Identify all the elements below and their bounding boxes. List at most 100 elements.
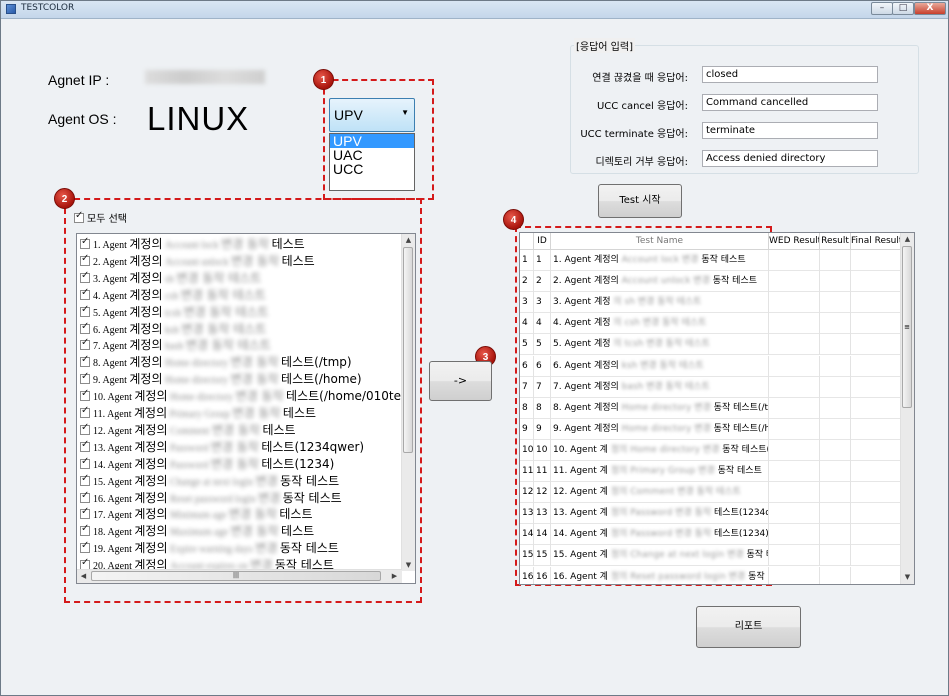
test-item[interactable]: 16. Agent 계정의 Reset password login 변경 동작…: [80, 489, 342, 506]
test-name-redacted: Home directory 변경: [621, 423, 711, 434]
grid-header-result[interactable]: Result: [820, 233, 851, 250]
table-row[interactable]: 3 3 3. Agent 계정 의 sh 변경 동작 테스트: [520, 292, 903, 314]
scroll-up-icon[interactable]: ▲: [901, 233, 914, 245]
test-list-vertical-scrollbar[interactable]: ▲ ▼: [401, 234, 415, 571]
checkbox-checked-icon[interactable]: [80, 388, 90, 402]
test-item-suffix: 테스트: [271, 237, 305, 251]
checkbox-checked-icon[interactable]: [80, 490, 90, 503]
test-list-horizontal-scrollbar[interactable]: ◀ ||| ▶: [77, 569, 402, 583]
checkbox-checked-icon[interactable]: [80, 439, 90, 452]
test-item[interactable]: 3. Agent 계정의 sh 변경 동작 테스트: [80, 269, 261, 286]
test-item[interactable]: 13. Agent 계정의 Password 변경 동작 테스트(1234qwe…: [80, 438, 364, 455]
grid-header-id[interactable]: ID: [534, 233, 551, 250]
test-item[interactable]: 4. Agent 계정의 csh 변경 동작 테스트: [80, 286, 266, 303]
table-row[interactable]: 2 2 2. Agent 계정의 Account unlock 변경 동작 테스트: [520, 271, 903, 293]
test-start-button[interactable]: Test 시작: [598, 184, 682, 218]
checkbox-checked-icon[interactable]: [80, 321, 90, 334]
scroll-down-icon[interactable]: ▼: [901, 571, 914, 583]
os-option-uac[interactable]: UAC: [330, 148, 414, 162]
results-grid[interactable]: ID Test Name WED Result Result Final Res…: [519, 232, 915, 585]
test-name-b: 동작 테스트(/...: [722, 444, 769, 455]
checkbox-checked-icon[interactable]: [80, 523, 90, 537]
test-item[interactable]: 17. Agent 계정의 Minimum age 변경 동작 테스트: [80, 505, 313, 522]
test-item[interactable]: 1. Agent 계정의 Account lock 변경 동작 테스트: [80, 235, 305, 252]
table-row[interactable]: 9 9 9. Agent 계정의 Home directory 변경 동작 테스트(…: [520, 418, 903, 440]
horizontal-scroll-thumb[interactable]: |||: [91, 571, 381, 581]
test-name-redacted: 정의 Home directory 변경: [610, 444, 720, 455]
table-row[interactable]: 6 6 6. Agent 계정의 ksh 변경 동작 테스트: [520, 355, 903, 377]
scroll-thumb[interactable]: [403, 247, 413, 453]
scroll-right-icon[interactable]: ▶: [388, 570, 401, 582]
test-item[interactable]: 6. Agent 계정의 ksh 변경 동작 테스트: [80, 320, 266, 337]
table-row[interactable]: 1 1 1. Agent 계정의 Account lock 변경 동작 테스트: [520, 250, 903, 271]
table-row[interactable]: 13 13 13. Agent 계 정의 Password 변경 동작 테스트(12…: [520, 503, 903, 525]
table-row[interactable]: 7 7 7. Agent 계정의 bash 변경 동작 테스트: [520, 376, 903, 398]
test-item[interactable]: 11. Agent 계정의 Primary Group 변경 동작 테스트: [80, 404, 316, 421]
report-button[interactable]: 리포트: [696, 606, 801, 648]
checkbox-checked-icon[interactable]: [80, 506, 90, 520]
row-number: 6: [522, 360, 528, 371]
table-row[interactable]: 4 4 4. Agent 계정 의 csh 변경 동작 테스트: [520, 313, 903, 335]
table-row[interactable]: 16 16 16. Agent 계 정의 Reset password login …: [520, 566, 903, 584]
table-row[interactable]: 5 5 5. Agent 계정 의 tcsh 변경 동작 테스트: [520, 334, 903, 356]
os-option-upv[interactable]: UPV: [330, 134, 414, 148]
table-row[interactable]: 15 15 15. Agent 계 정의 Change at next login …: [520, 545, 903, 567]
checkbox-checked-icon[interactable]: [80, 456, 90, 469]
row-number: 3: [522, 297, 528, 308]
checkbox-checked-icon[interactable]: [80, 354, 90, 368]
test-item[interactable]: 8. Agent 계정의 Home directory 변경 동작 테스트(/t…: [80, 353, 352, 370]
test-item[interactable]: 7. Agent 계정의 bash 변경 동작 테스트: [80, 336, 271, 353]
test-item-suffix: 테스트: [281, 253, 315, 268]
table-row[interactable]: 8 8 8. Agent 계정의 Home directory 변경 동작 테스트(…: [520, 397, 903, 419]
scroll-up-icon[interactable]: ▲: [402, 234, 415, 246]
checkbox-checked-icon[interactable]: [80, 540, 90, 554]
checkbox-checked-icon[interactable]: [80, 236, 90, 249]
maximize-button[interactable]: □: [892, 2, 914, 15]
test-item[interactable]: 12. Agent 계정의 Comment 변경 동작 테스트: [80, 421, 296, 438]
select-all-checkbox[interactable]: 모두 선택: [74, 210, 127, 225]
ucc-cancel-response-input[interactable]: [702, 94, 878, 111]
table-row[interactable]: 14 14 14. Agent 계 정의 Password 변경 동작 테스트(12…: [520, 524, 903, 546]
test-item[interactable]: 14. Agent 계정의 Password 변경 동작 테스트(1234): [80, 455, 334, 472]
checkbox-checked-icon[interactable]: [80, 405, 90, 418]
close-button[interactable]: X: [914, 2, 946, 15]
checkbox-checked-icon[interactable]: [80, 422, 90, 435]
checkbox-checked-icon[interactable]: [80, 304, 90, 317]
test-item[interactable]: 9. Agent 계정의 Home directory 변경 동작 테스트(/h…: [80, 370, 362, 387]
checkbox-checked-icon[interactable]: [80, 270, 90, 283]
test-item[interactable]: 10. Agent 계정의 Home directory 변경 동작 테스트(/…: [80, 387, 407, 404]
checkbox-checked-icon[interactable]: [80, 371, 90, 385]
ucc-terminate-response-input[interactable]: [702, 122, 878, 139]
add-to-results-button[interactable]: ->: [429, 361, 492, 401]
test-item-redacted-name: Reset password login: [170, 493, 256, 505]
checkbox-checked-icon[interactable]: [80, 287, 90, 300]
checkbox-checked-icon[interactable]: [80, 253, 90, 266]
checkbox-checked-icon[interactable]: [80, 337, 90, 351]
test-item[interactable]: 15. Agent 계정의 Change at next login 변경 동작…: [80, 472, 339, 489]
grid-header-test-name[interactable]: Test Name: [551, 233, 769, 250]
scroll-left-icon[interactable]: ◀: [77, 570, 90, 582]
table-row[interactable]: 11 11 11. Agent 계 정의 Primary Group 변경 동작 테…: [520, 461, 903, 482]
checkbox-checked-icon[interactable]: [80, 473, 90, 486]
table-row[interactable]: 10 10 10. Agent 계 정의 Home directory 변경 동작 …: [520, 439, 903, 461]
test-item[interactable]: 19. Agent 계정의 Expire warning days 변경 동작 …: [80, 539, 339, 556]
os-type-dropdown[interactable]: UPV ▼: [329, 98, 415, 132]
title-bar[interactable]: TESTCOLOR – □ X: [1, 1, 948, 19]
dir-denied-response-input[interactable]: [702, 150, 878, 167]
scroll-down-icon[interactable]: ▼: [402, 559, 415, 571]
scroll-thumb[interactable]: ≡: [902, 246, 912, 408]
minimize-button[interactable]: –: [871, 2, 893, 15]
grid-header-final-result[interactable]: Final Result: [851, 233, 903, 250]
test-name-redacted: 의 csh 변경 동작 테스트: [613, 318, 707, 329]
os-option-ucc[interactable]: UCC: [330, 162, 414, 176]
test-item[interactable]: 5. Agent 계정의 tcsh 변경 동작 테스트: [80, 303, 269, 320]
table-row[interactable]: 12 12 12. Agent 계 정의 Comment 변경 동작 테스트: [520, 482, 903, 504]
grid-header-wed-result[interactable]: WED Result: [769, 233, 820, 250]
disconnect-response-input[interactable]: [702, 66, 878, 83]
os-dropdown-list[interactable]: UPV UAC UCC: [329, 133, 415, 191]
results-vertical-scrollbar[interactable]: ▲ ≡ ▼: [900, 233, 914, 584]
test-item[interactable]: 2. Agent 계정의 Account unlock 변경 동작 테스트: [80, 252, 315, 269]
test-name-cell: 16. Agent 계 정의 Reset password login 변경 동…: [551, 566, 769, 584]
test-item-list[interactable]: 1. Agent 계정의 Account lock 변경 동작 테스트2. Ag…: [76, 233, 416, 584]
test-item[interactable]: 18. Agent 계정의 Maximum age 변경 동작 테스트: [80, 522, 314, 539]
